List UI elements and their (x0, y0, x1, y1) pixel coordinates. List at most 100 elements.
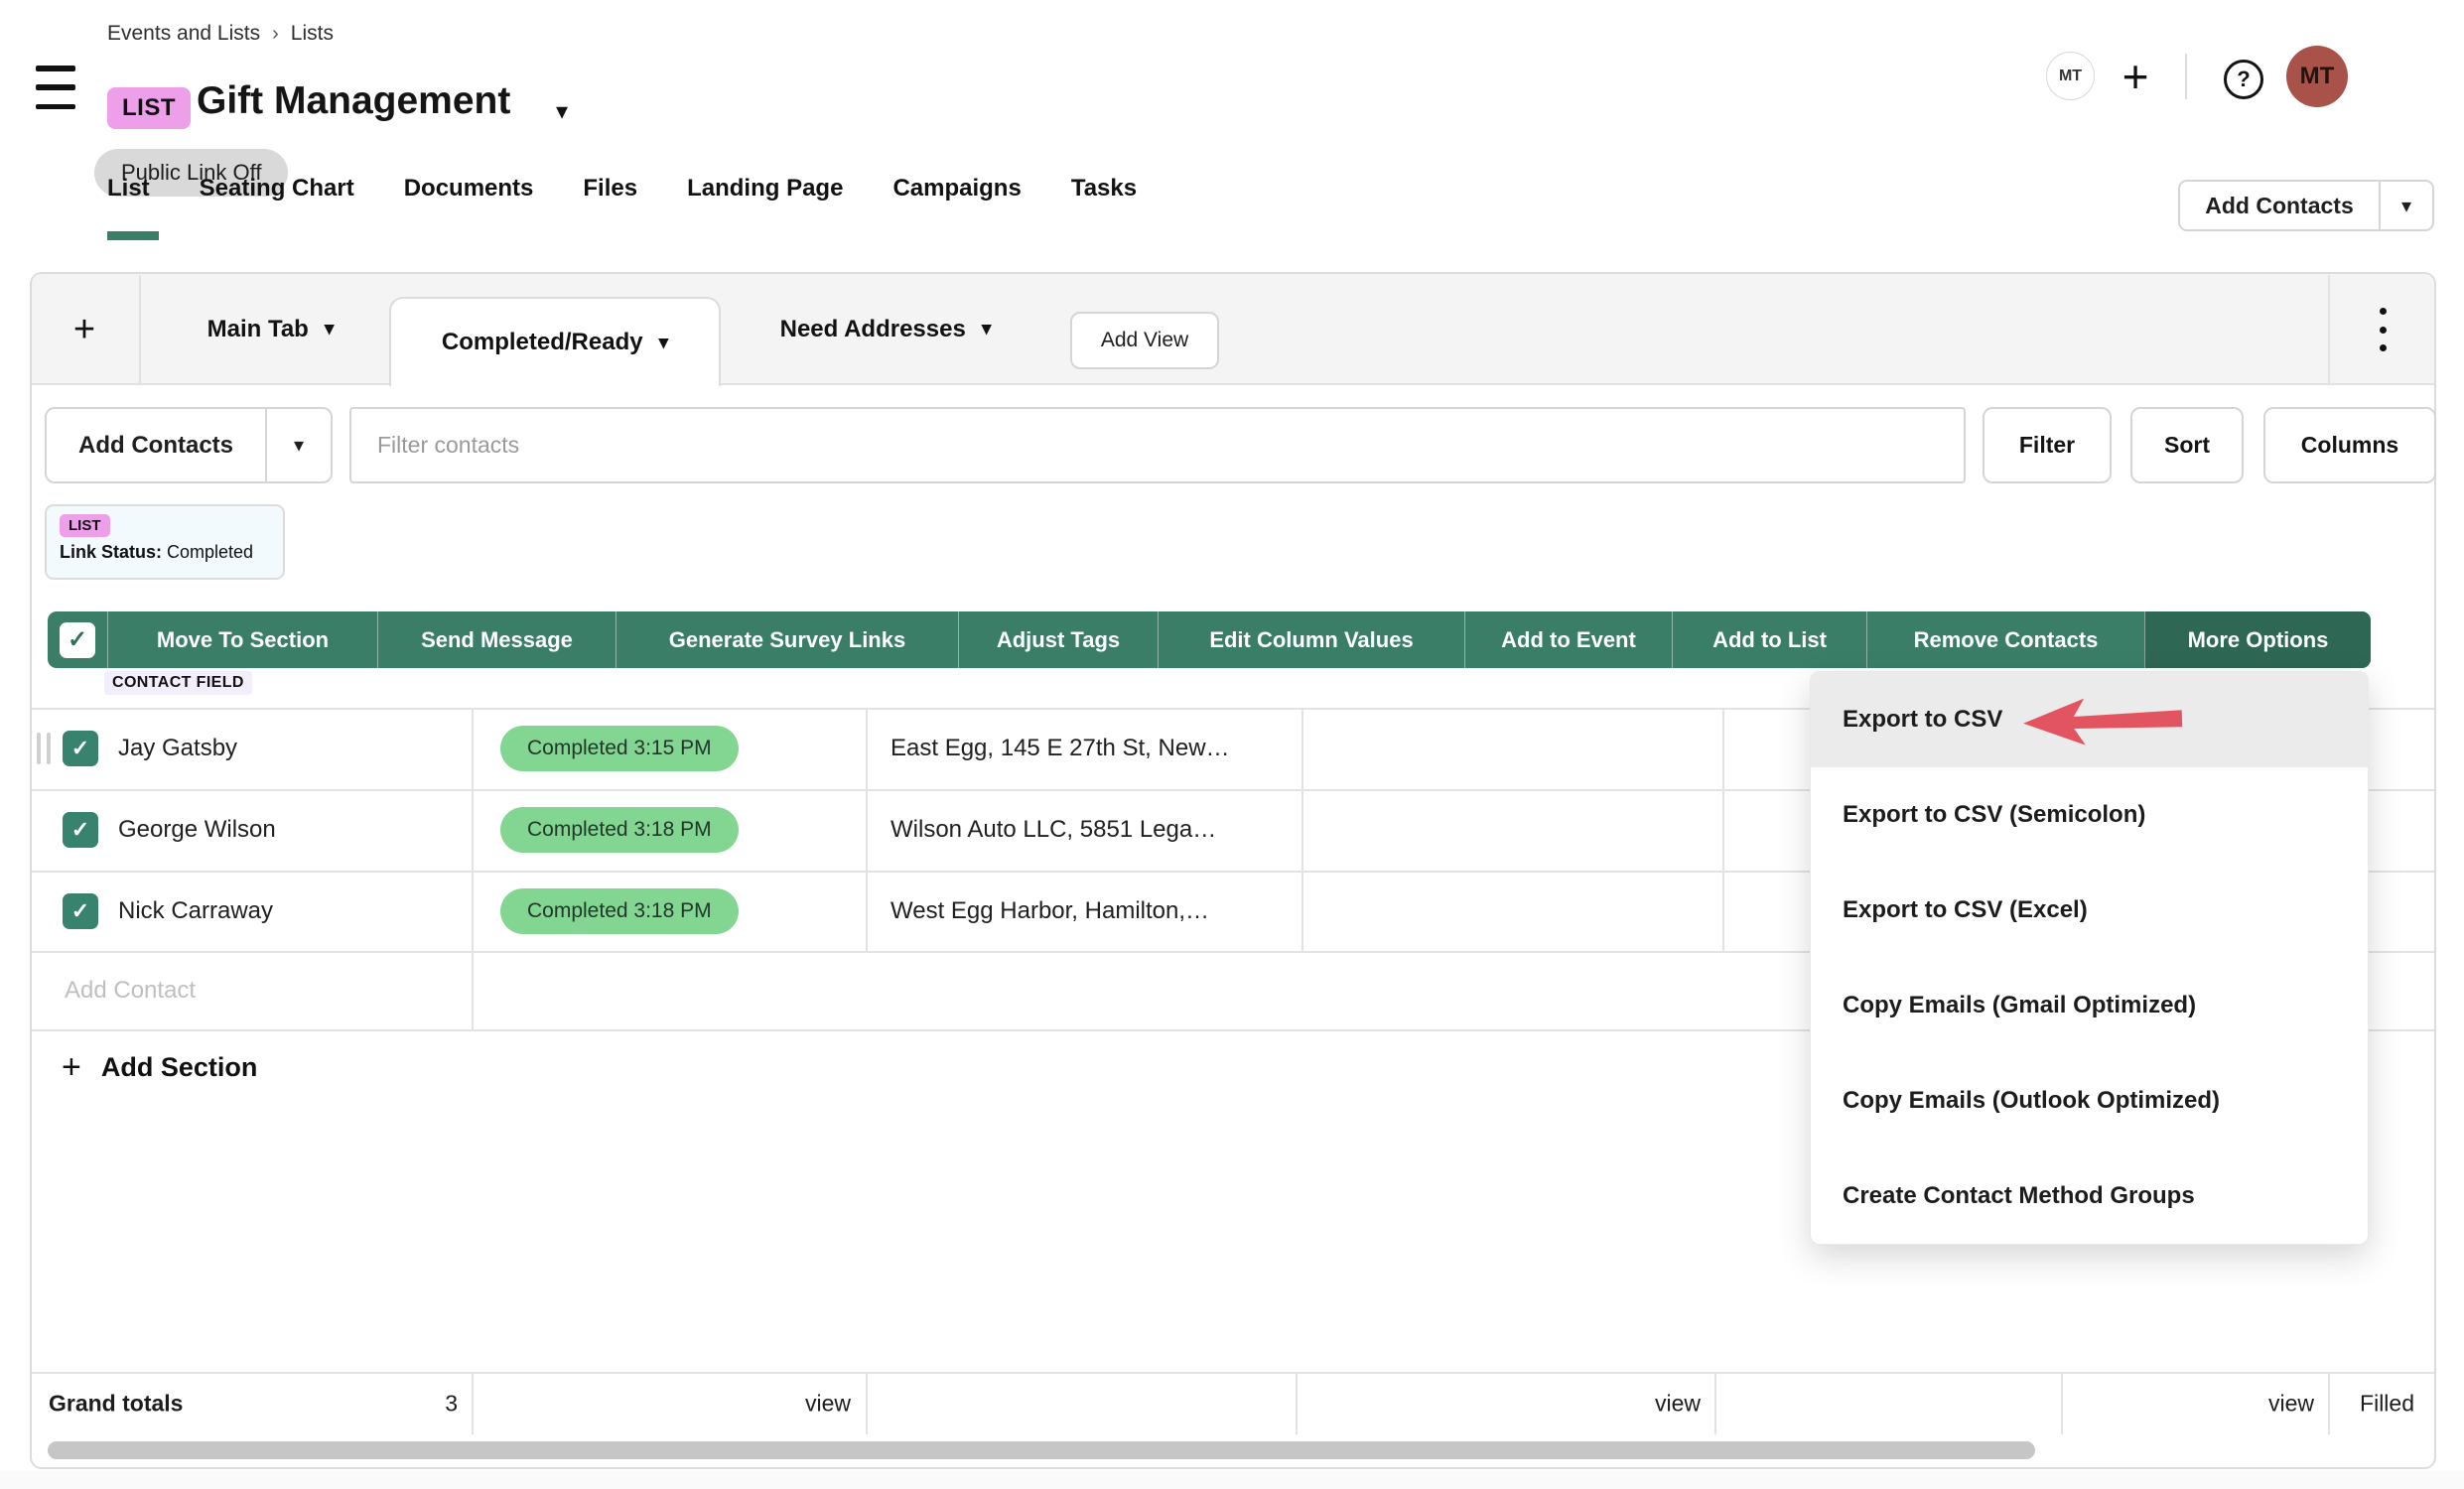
grand-totals-row: Grand totals 3 view view view Filled (32, 1374, 2434, 1433)
bulk-action-bar: ✓ Move To Section Send Message Generate … (48, 611, 2371, 668)
workspace-avatar[interactable]: MT (2046, 52, 2095, 100)
link-status-chip[interactable]: LIST Link Status: Completed (45, 504, 285, 580)
tab-strip-divider (2328, 275, 2330, 383)
section-nav: List Seating Chart Documents Files Landi… (107, 175, 1137, 203)
title-caret-icon[interactable]: ▾ (556, 97, 568, 126)
breadcrumb-events-and-lists[interactable]: Events and Lists (107, 22, 260, 46)
contact-address[interactable]: East Egg, 145 E 27th St, New… (890, 735, 1230, 762)
menu-item-export-csv[interactable]: Export to CSV (1811, 672, 2368, 767)
view-tab-label: Completed/Ready (442, 329, 643, 356)
sort-button[interactable]: Sort (2130, 407, 2244, 483)
remove-contacts-button[interactable]: Remove Contacts (1866, 611, 2144, 668)
page-bottom-strip (0, 1471, 2464, 1489)
totals-view-link[interactable]: view (1601, 1391, 1701, 1418)
view-tab-completed-ready[interactable]: Completed/Ready ▾ (389, 297, 721, 386)
nav-tab-list[interactable]: List (107, 175, 150, 203)
plus-icon: + (62, 1048, 81, 1087)
totals-filled-label: Filled (2310, 1391, 2414, 1418)
contact-name[interactable]: Nick Carraway (118, 897, 273, 925)
nav-tab-documents[interactable]: Documents (404, 175, 534, 203)
row-checkbox[interactable]: ✓ (63, 893, 98, 929)
select-all-checkbox[interactable]: ✓ (60, 622, 95, 658)
adjust-tags-button[interactable]: Adjust Tags (958, 611, 1158, 668)
view-tab-main-tab[interactable]: Main Tab ▾ (159, 275, 382, 383)
contact-name[interactable]: George Wilson (118, 816, 276, 844)
add-contacts-button-toolbar[interactable]: Add Contacts ▾ (45, 407, 333, 483)
breadcrumb-separator-icon: › (272, 23, 279, 46)
contact-field-column-header: CONTACT FIELD (104, 671, 252, 695)
tab-strip-divider (139, 275, 141, 383)
view-tab-label: Need Addresses (780, 316, 966, 343)
grand-totals-label: Grand totals (49, 1391, 183, 1418)
filter-contacts-input[interactable] (349, 407, 1966, 483)
list-type-badge: LIST (107, 87, 191, 129)
app-root: Events and Lists › Lists LIST Gift Manag… (0, 0, 2464, 1489)
chevron-down-icon[interactable]: ▾ (325, 318, 335, 340)
add-contacts-button-header[interactable]: Add Contacts ▾ (2178, 180, 2434, 231)
drag-handle-icon[interactable] (37, 733, 51, 764)
chip-text: Link Status: Completed (60, 542, 270, 563)
menu-item-label: Export to CSV (1843, 706, 2002, 734)
grand-totals-count: 3 (358, 1391, 458, 1418)
red-arrow-annotation (2018, 691, 2187, 750)
more-options-button[interactable]: More Options (2144, 611, 2371, 668)
page-title: Gift Management (197, 79, 510, 123)
status-badge: Completed 3:18 PM (500, 807, 739, 853)
nav-tab-campaigns[interactable]: Campaigns (892, 175, 1021, 203)
breadcrumb: Events and Lists › Lists (107, 22, 334, 46)
add-contact-placeholder[interactable]: Add Contact (65, 977, 196, 1005)
filter-button[interactable]: Filter (1983, 407, 2112, 483)
table-more-menu-icon[interactable] (2371, 308, 2395, 351)
view-tab-need-addresses[interactable]: Need Addresses ▾ (747, 275, 1025, 383)
status-badge: Completed 3:18 PM (500, 888, 739, 934)
menu-item-export-csv-excel[interactable]: Export to CSV (Excel) (1811, 863, 2368, 958)
row-checkbox[interactable]: ✓ (63, 812, 98, 848)
user-avatar[interactable]: MT (2286, 46, 2348, 107)
chevron-down-icon[interactable]: ▾ (2381, 182, 2432, 229)
help-icon[interactable]: ? (2224, 60, 2263, 99)
add-workspace-icon[interactable]: + (2109, 50, 2162, 103)
nav-tab-seating-chart[interactable]: Seating Chart (200, 175, 354, 203)
nav-tab-files[interactable]: Files (583, 175, 637, 203)
menu-item-label: Create Contact Method Groups (1843, 1182, 2195, 1210)
contact-address[interactable]: West Egg Harbor, Hamilton,… (890, 897, 1209, 925)
menu-item-copy-emails-outlook[interactable]: Copy Emails (Outlook Optimized) (1811, 1053, 2368, 1149)
contact-name[interactable]: Jay Gatsby (118, 735, 237, 762)
menu-item-create-contact-method-groups[interactable]: Create Contact Method Groups (1811, 1149, 2368, 1244)
chevron-down-icon[interactable]: ▾ (267, 409, 331, 481)
breadcrumb-lists[interactable]: Lists (291, 22, 334, 46)
add-contacts-label[interactable]: Add Contacts (2180, 182, 2379, 229)
add-tab-icon[interactable]: + (55, 302, 114, 357)
move-to-section-button[interactable]: Move To Section (107, 611, 377, 668)
chevron-down-icon[interactable]: ▾ (659, 332, 669, 354)
nav-tab-landing-page[interactable]: Landing Page (687, 175, 843, 203)
view-tab-label: Main Tab (207, 316, 309, 343)
nav-tab-tasks[interactable]: Tasks (1071, 175, 1137, 203)
menu-item-label: Export to CSV (Semicolon) (1843, 801, 2145, 829)
status-badge: Completed 3:15 PM (500, 726, 739, 771)
edit-column-values-button[interactable]: Edit Column Values (1158, 611, 1464, 668)
horizontal-scrollbar[interactable] (48, 1441, 2035, 1459)
totals-view-link[interactable]: view (752, 1391, 851, 1418)
add-contacts-label[interactable]: Add Contacts (47, 409, 265, 481)
hamburger-menu-icon[interactable] (36, 66, 75, 109)
header-divider (2185, 54, 2187, 99)
menu-item-export-csv-semicolon[interactable]: Export to CSV (Semicolon) (1811, 767, 2368, 863)
chevron-down-icon[interactable]: ▾ (982, 318, 992, 340)
send-message-button[interactable]: Send Message (377, 611, 616, 668)
generate-survey-links-button[interactable]: Generate Survey Links (616, 611, 958, 668)
add-to-event-button[interactable]: Add to Event (1464, 611, 1672, 668)
add-to-list-button[interactable]: Add to List (1672, 611, 1866, 668)
add-section-label: Add Section (101, 1052, 258, 1083)
contact-address[interactable]: Wilson Auto LLC, 5851 Lega… (890, 816, 1216, 844)
menu-item-copy-emails-gmail[interactable]: Copy Emails (Gmail Optimized) (1811, 958, 2368, 1053)
menu-item-label: Copy Emails (Outlook Optimized) (1843, 1087, 2220, 1115)
row-checkbox[interactable]: ✓ (63, 731, 98, 766)
chip-label: Link Status: (60, 542, 162, 562)
totals-view-link[interactable]: view (2215, 1391, 2314, 1418)
add-section-button[interactable]: + Add Section (62, 1048, 257, 1087)
menu-item-label: Export to CSV (Excel) (1843, 896, 2088, 924)
more-options-menu: Export to CSV Export to CSV (Semicolon) … (1810, 671, 2369, 1245)
columns-button[interactable]: Columns (2263, 407, 2436, 483)
add-view-button[interactable]: Add View (1070, 312, 1219, 369)
